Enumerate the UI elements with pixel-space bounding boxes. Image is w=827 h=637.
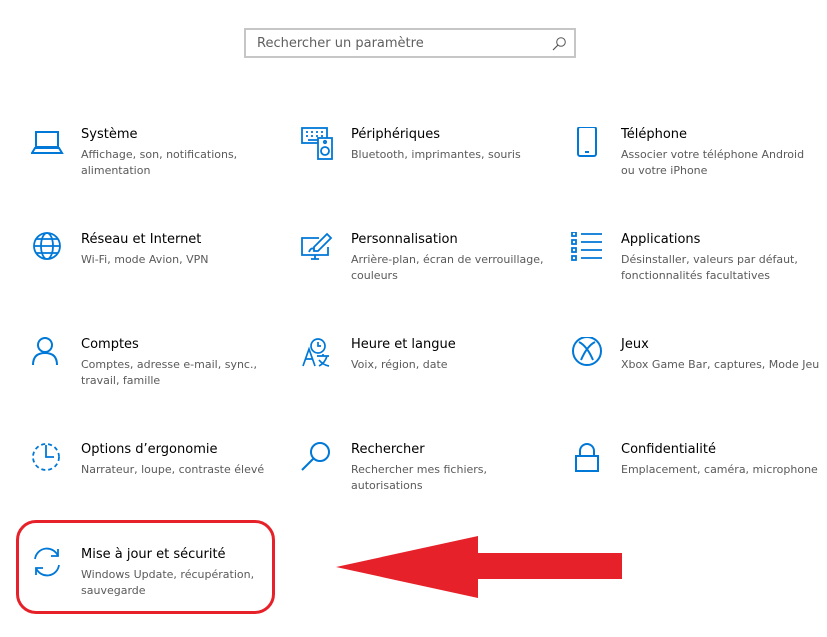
tile-peripheriques[interactable]: Périphériques Bluetooth, imprimantes, so… [301,127,556,217]
tile-title: Heure et langue [351,337,456,352]
paint-monitor-icon [301,232,333,260]
search-placeholder: Rechercher un paramètre [257,36,424,51]
tile-title: Système [81,127,138,142]
ease-of-access-icon [32,443,60,471]
magnifier-icon [301,442,330,471]
tile-title: Comptes [81,337,139,352]
tile-description: Narrateur, loupe, contraste élevé [81,463,265,476]
globe-icon [33,232,61,260]
tile-description: Désinstaller, valeurs par défaut, foncti… [621,253,798,282]
tile-title: Réseau et Internet [81,232,202,247]
annotation-arrow [336,536,622,598]
tile-title: Téléphone [621,127,688,142]
tile-description: Wi-Fi, mode Avion, VPN [81,253,209,266]
tile-confidentialite[interactable]: Confidentialité Emplacement, caméra, mic… [571,442,826,532]
tile-reseau[interactable]: Réseau et Internet Wi-Fi, mode Avion, VP… [31,232,286,322]
tile-title: Confidentialité [621,442,716,457]
tile-heure-langue[interactable]: Heure et langue Voix, région, date [301,337,556,427]
tile-telephone[interactable]: Téléphone Associer votre téléphone Andro… [571,127,826,217]
xbox-icon [572,337,602,366]
tile-ergonomie[interactable]: Options d’ergonomie Narrateur, loupe, co… [31,442,286,532]
tile-jeux[interactable]: Jeux Xbox Game Bar, captures, Mode Jeu [571,337,826,427]
tile-description: Comptes, adresse e-mail, sync., travail,… [81,358,257,387]
lock-icon [575,443,599,472]
tile-description: Voix, région, date [351,358,448,371]
tile-title: Personnalisation [351,232,458,247]
keyboard-speaker-icon [301,127,333,160]
time-language-icon [302,338,330,367]
tile-title: Applications [621,232,701,247]
tile-description: Affichage, son, notifications, alimentat… [81,148,238,177]
laptop-icon [31,131,64,154]
tile-title: Options d’ergonomie [81,442,218,457]
tile-rechercher[interactable]: Rechercher Rechercher mes fichiers, auto… [301,442,556,532]
tile-description: Bluetooth, imprimantes, souris [351,148,521,161]
search-icon [552,37,566,51]
tile-description: Arrière-plan, écran de verrouillage, cou… [351,253,544,282]
phone-icon [577,127,597,157]
tile-description: Xbox Game Bar, captures, Mode Jeu [621,358,820,371]
tile-title: Rechercher [351,442,425,457]
tile-comptes[interactable]: Comptes Comptes, adresse e-mail, sync., … [31,337,286,427]
tile-personnalisation[interactable]: Personnalisation Arrière-plan, écran de … [301,232,556,322]
tile-description: Emplacement, caméra, microphone [621,463,818,476]
tile-description: Associer votre téléphone Android ou votr… [621,148,805,177]
search-input[interactable]: Rechercher un paramètre [244,28,576,58]
tile-systeme[interactable]: Système Affichage, son, notifications, a… [31,127,286,217]
tile-title: Jeux [621,337,649,352]
person-icon [32,337,58,366]
apps-list-icon [571,232,602,261]
tile-description: Rechercher mes fichiers, autorisations [351,463,488,492]
tile-title: Périphériques [351,127,441,142]
annotation-highlight-box [16,520,275,614]
tile-applications[interactable]: Applications Désinstaller, valeurs par d… [571,232,826,322]
